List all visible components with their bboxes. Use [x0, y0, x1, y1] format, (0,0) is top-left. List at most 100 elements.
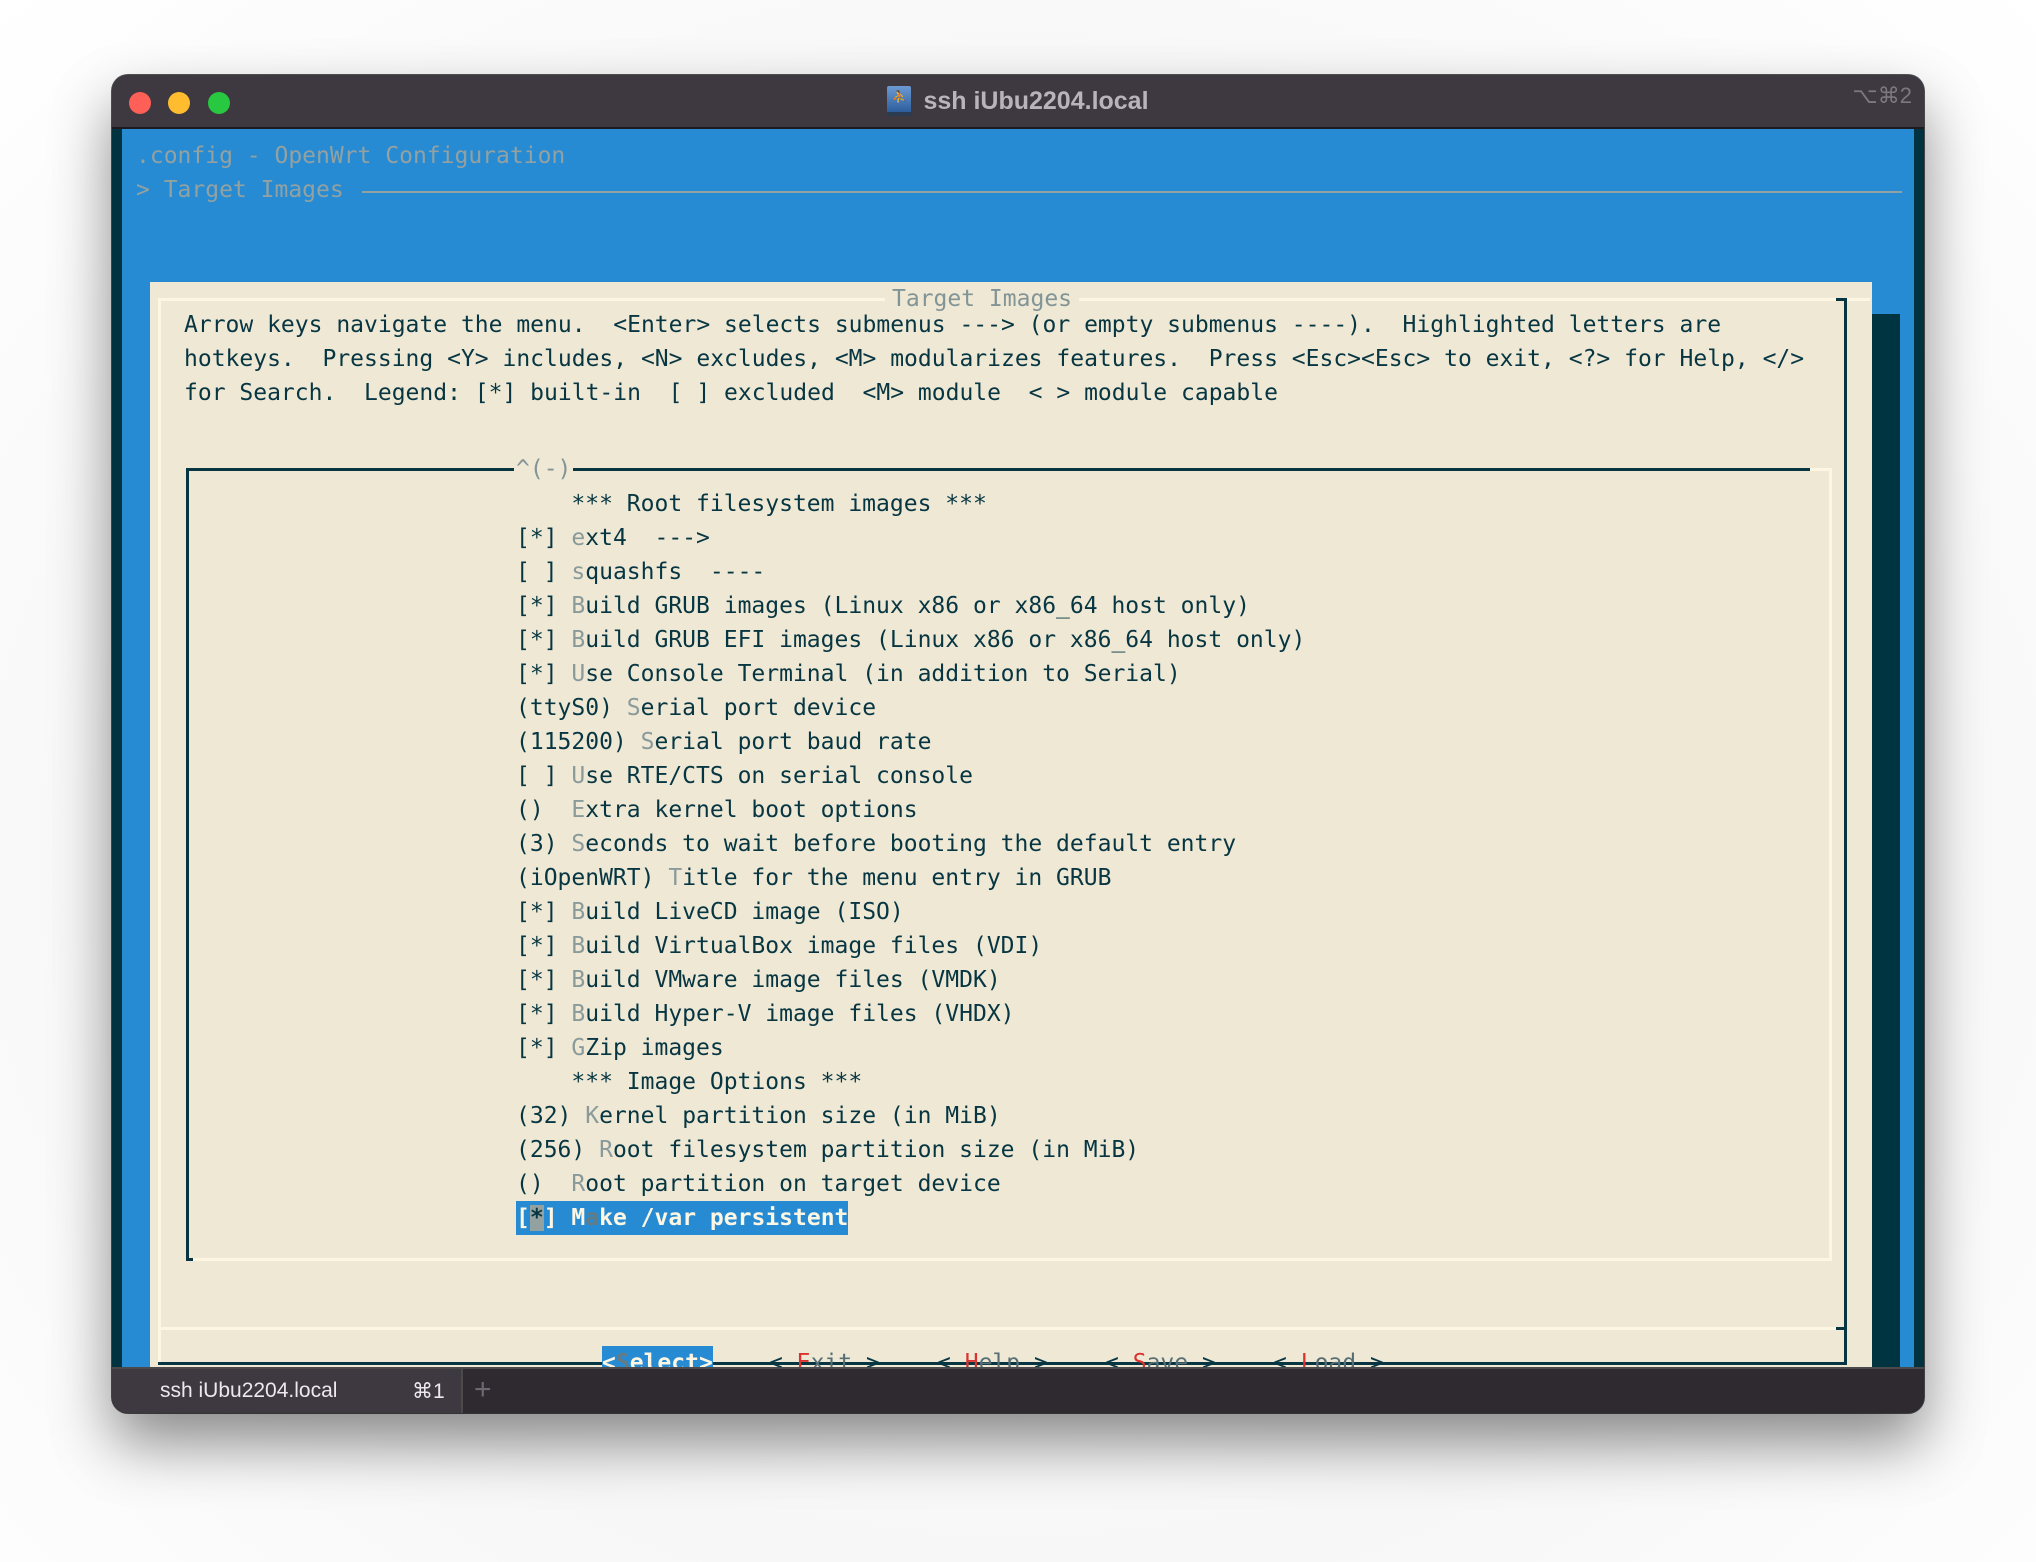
menu-item-hotkey: U	[571, 763, 586, 789]
menu-item[interactable]: (ttyS0) Serial port device	[516, 691, 876, 725]
menu-item-label: se Console Terminal (in addition to Seri…	[585, 661, 1181, 687]
window-title-text: ssh iUbu2204.local	[923, 86, 1149, 115]
menu-item[interactable]: (256) Root filesystem partition size (in…	[516, 1133, 1139, 1167]
menu-item-hotkey: B	[571, 933, 586, 959]
menu-item-hotkey: s	[571, 559, 586, 585]
menu-item-value	[516, 491, 571, 517]
tab-bar: ssh iUbu2204.local ⌘1 +	[112, 1367, 1924, 1413]
list-border-corner	[186, 1258, 193, 1261]
backtitle: .config - OpenWrt Configuration	[136, 143, 566, 169]
backtitle-rule	[362, 191, 1902, 193]
new-tab-button[interactable]: +	[474, 1373, 492, 1407]
menu-item[interactable]: (3) Seconds to wait before booting the d…	[516, 827, 1236, 861]
menu-item-label: uild LiveCD image (ISO)	[585, 899, 904, 925]
menu-item[interactable]: [*] Build LiveCD image (ISO)	[516, 895, 904, 929]
menu-item[interactable]: (32) Kernel partition size (in MiB)	[516, 1099, 1001, 1133]
help-text-line: hotkeys. Pressing <Y> includes, <N> excl…	[184, 346, 1805, 372]
terminal-content[interactable]: .config - OpenWrt Configuration > Target…	[122, 129, 1914, 1402]
menu-item-label: erial port baud rate	[654, 729, 932, 755]
plus-icon: +	[474, 1373, 492, 1406]
menu-item[interactable]: [*] ext4 --->	[516, 521, 710, 555]
menu-item-label: uild VirtualBox image files (VDI)	[585, 933, 1043, 959]
menu-item-label: xtra kernel boot options	[585, 797, 918, 823]
menu-item[interactable]: [ ] Use RTE/CTS on serial console	[516, 759, 973, 793]
menu-item[interactable]: [*] Build GRUB EFI images (Linux x86 or …	[516, 623, 1305, 657]
menu-item[interactable]: () Extra kernel boot options	[516, 793, 918, 827]
menu-item-label: *** Root filesystem images ***	[571, 491, 987, 517]
help-text-line: Arrow keys navigate the menu. <Enter> se…	[184, 312, 1722, 338]
menuconfig-dialog: Target Images Arrow keys navigate the me…	[150, 282, 1872, 1380]
checkbox-bracket: ]	[543, 1205, 572, 1231]
menu-item-hotkey: B	[571, 1001, 586, 1027]
menu-item-value: [*]	[516, 1001, 572, 1027]
text-cursor: *	[529, 1205, 544, 1231]
menu-item-label: itle for the menu entry in GRUB	[682, 865, 1112, 891]
menu-item-value: [*]	[516, 933, 572, 959]
menu-item-label: se RTE/CTS on serial console	[585, 763, 973, 789]
button-separator	[158, 1327, 1844, 1330]
menu-item[interactable]: [*] Build VirtualBox image files (VDI)	[516, 929, 1042, 963]
menu-item-label: *** Image Options ***	[571, 1069, 863, 1095]
breadcrumb: > Target Images	[136, 177, 344, 203]
menu-item-hotkey: B	[571, 627, 586, 653]
menu-item-label: econds to wait before booting the defaul…	[585, 831, 1237, 857]
menu-item-value: [*]	[516, 899, 572, 925]
menu-item[interactable]: (iOpenWRT) Title for the menu entry in G…	[516, 861, 1111, 895]
menu-item[interactable]: [*] Build GRUB images (Linux x86 or x86_…	[516, 589, 1250, 623]
menu-item-hotkey: B	[571, 593, 586, 619]
menu-item-hotkey: a	[585, 1205, 600, 1231]
window-title: ⛹ ssh iUbu2204.local	[112, 75, 1924, 127]
menu-item-value: [ ]	[516, 763, 572, 789]
menu-item-value: [*]	[516, 1035, 572, 1061]
checkbox-bracket: [	[516, 1205, 530, 1231]
tab-ssh[interactable]: ssh iUbu2204.local ⌘1	[112, 1369, 463, 1413]
menu-item-label: ke /var persistent	[599, 1205, 849, 1231]
menu-item[interactable]: (115200) Serial port baud rate	[516, 725, 931, 759]
list-border-left	[186, 468, 189, 1261]
menu-item-value: ()	[516, 1171, 572, 1197]
menu-item-hotkey: B	[571, 899, 586, 925]
menu-item-hotkey: S	[640, 729, 655, 755]
menu-item-value: [*]	[516, 525, 572, 551]
menu-item-hotkey: U	[571, 661, 586, 687]
button-separator-tee	[1836, 1327, 1846, 1330]
menu-item-hotkey: E	[571, 797, 586, 823]
menu-item[interactable]: () Root partition on target device	[516, 1167, 1001, 1201]
menu-item-label: uild VMware image files (VMDK)	[585, 967, 1001, 993]
menu-item-hotkey: B	[571, 967, 586, 993]
help-text-line: for Search. Legend: [*] built-in [ ] exc…	[184, 380, 1278, 406]
menu-item-label: uild GRUB images (Linux x86 or x86_64 ho…	[585, 593, 1250, 619]
window-shortcut: ⌥⌘2	[1852, 83, 1912, 108]
menu-item-value: [*]	[516, 967, 572, 993]
network-drive-icon: ⛹	[887, 86, 912, 116]
scroll-indicator[interactable]: ^(-)	[514, 452, 574, 486]
menu-item-label: Zip images	[585, 1035, 724, 1061]
menu-item-value: (115200)	[516, 729, 641, 755]
menu-item-hotkey: K	[585, 1103, 600, 1129]
menu-item-value: [ ]	[516, 559, 572, 585]
tab-shortcut: ⌘1	[412, 1380, 445, 1403]
menu-item[interactable]: [*] Build Hyper-V image files (VHDX)	[516, 997, 1015, 1031]
menu-item-value: ()	[516, 797, 572, 823]
menu-item-value: [*]	[516, 661, 572, 687]
menu-item-label: uild Hyper-V image files (VHDX)	[585, 1001, 1015, 1027]
menu-item-value: (iOpenWRT)	[516, 865, 669, 891]
menu-item-selected[interactable]: [*] Make /var persistent	[516, 1201, 849, 1235]
menu-item-hotkey: G	[571, 1035, 586, 1061]
list-border-right	[1829, 468, 1832, 1261]
menu-item[interactable]: [ ] squashfs ----	[516, 555, 765, 589]
tab-label: ssh iUbu2204.local	[160, 1379, 338, 1402]
dialog-border-right	[1844, 298, 1847, 1364]
menu-item-label: quashfs ----	[585, 559, 766, 585]
menu-item-value: (ttyS0)	[516, 695, 627, 721]
menu-item[interactable]: [*] Use Console Terminal (in addition to…	[516, 657, 1181, 691]
menu-item-label: M	[571, 1205, 586, 1231]
menu-item-hotkey: S	[626, 695, 641, 721]
list-border-top	[186, 468, 1832, 471]
menu-item-hotkey: S	[571, 831, 586, 857]
menu-item-value: [*]	[516, 593, 572, 619]
menu-item[interactable]: [*] GZip images	[516, 1031, 724, 1065]
menu-item-value: (32)	[516, 1103, 586, 1129]
menu-item[interactable]: [*] Build VMware image files (VMDK)	[516, 963, 1001, 997]
menu-item-value	[516, 1069, 571, 1095]
